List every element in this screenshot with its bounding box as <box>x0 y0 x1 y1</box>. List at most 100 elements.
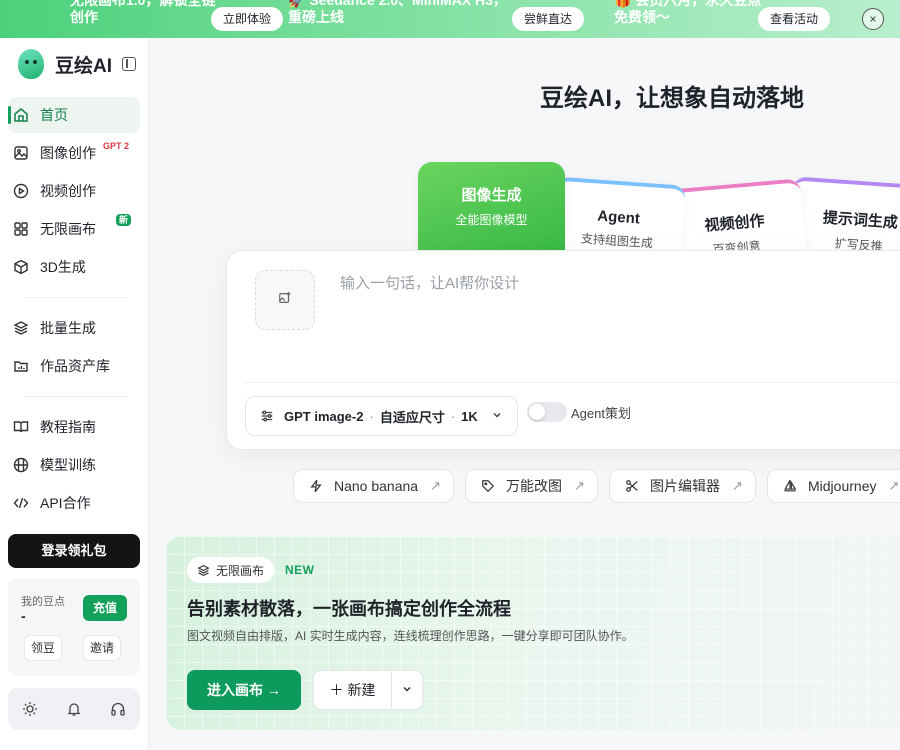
new-badge: 新 <box>116 214 132 226</box>
toggle-switch[interactable] <box>527 402 567 422</box>
gpt2-badge: GPT 2 <box>103 141 130 151</box>
nav-item-training[interactable]: 模型训练 <box>8 447 140 483</box>
headset-icon[interactable] <box>109 700 127 718</box>
chevron-down-icon <box>401 682 413 698</box>
nav-item-canvas[interactable]: 无限画布 新 <box>8 211 140 247</box>
bolt-icon <box>308 478 324 494</box>
model-name: GPT image-2 <box>284 408 364 424</box>
chevron-down-icon <box>491 409 503 424</box>
nav-label: 首页 <box>40 107 68 123</box>
nav-item-assets[interactable]: 作品资产库 <box>8 348 140 384</box>
toggle-label: Agent策划 <box>571 405 631 421</box>
nav-item-image[interactable]: 图像创作 GPT 2 <box>8 135 140 171</box>
tag-icon <box>480 478 496 494</box>
beans-panel: 我的豆点 - 充值 领豆 邀请 <box>8 578 140 676</box>
nav-label: 模型训练 <box>40 457 96 473</box>
new-canvas-button[interactable]: ＋ 新建 <box>314 680 391 700</box>
nav-item-video[interactable]: 视频创作 <box>8 173 140 209</box>
bell-icon[interactable] <box>65 700 83 718</box>
arrow-up-right-icon: ↗ <box>732 478 743 493</box>
nav-label: 教程指南 <box>40 419 96 435</box>
mode-title: 提示词生成 <box>822 209 899 232</box>
banner-text-1: 无限画布1.0，解锁全链创作 <box>70 0 216 25</box>
promo-banner: 无限画布1.0，解锁全链创作 立即体验 🚀 Seedance 2.0、MiniM… <box>0 0 900 38</box>
enter-canvas-button[interactable]: 进入画布 → <box>187 670 301 710</box>
nav-item-3d[interactable]: 3D生成 <box>8 249 140 285</box>
sidebar: 豆绘AI 首页 图像创作 GPT 2 视频创作 无限画布 新 3D生成 批量生成… <box>0 38 149 750</box>
nav-label: 批量生成 <box>40 320 96 336</box>
nav-label: 无限画布 <box>40 221 96 237</box>
nav-divider <box>24 396 128 397</box>
grid-icon <box>12 220 30 238</box>
new-dropdown-button[interactable] <box>392 682 422 698</box>
chip-image-editor[interactable]: 图片编辑器 ↗ <box>609 469 756 503</box>
layers-icon <box>197 564 210 577</box>
charge-button[interactable]: 充值 <box>83 595 127 621</box>
login-gift-button[interactable]: 登录领礼包 <box>8 534 140 568</box>
prompt-input[interactable] <box>340 275 860 292</box>
nav-item-batch[interactable]: 批量生成 <box>8 310 140 346</box>
model-selector[interactable]: GPT image-2 · 自适应尺寸 · 1K <box>245 396 518 436</box>
beans-value: - <box>21 608 26 624</box>
new-label: NEW <box>285 563 315 577</box>
nav-item-tutorial[interactable]: 教程指南 <box>8 409 140 445</box>
new-canvas-split-button: ＋ 新建 <box>313 670 423 710</box>
upload-image-button[interactable] <box>255 270 315 330</box>
chip-label: Midjourney <box>808 478 877 494</box>
claim-beans-button[interactable]: 领豆 <box>24 635 62 661</box>
folder-icon <box>12 357 30 375</box>
invite-button[interactable]: 邀请 <box>83 635 121 661</box>
tag-label: 无限画布 <box>216 563 265 578</box>
banner-cta-preview[interactable]: 尝鲜直达 <box>512 7 585 31</box>
image-icon <box>12 144 30 162</box>
collapse-sidebar-icon[interactable] <box>122 57 136 71</box>
app-logo[interactable]: 豆绘AI <box>18 49 112 79</box>
chip-label: Nano banana <box>334 478 419 494</box>
chip-midjourney[interactable]: Midjourney ↗ <box>767 469 900 503</box>
chip-smart-edit[interactable]: 万能改图 ↗ <box>465 469 598 503</box>
canvas-tag: 无限画布 <box>187 557 275 583</box>
nav-item-home[interactable]: 首页 <box>8 97 140 133</box>
banner-text-3: 🎁 会员六月，永久豆点免费领～ <box>614 0 762 25</box>
banner-cta-try[interactable]: 立即体验 <box>211 7 284 31</box>
nav-label: 视频创作 <box>40 183 96 199</box>
model-icon <box>12 456 30 474</box>
mode-title: Agent <box>596 207 641 228</box>
code-icon <box>12 494 30 512</box>
prompt-composer: GPT image-2 · 自适应尺寸 · 1K Agent策划 <box>226 250 900 450</box>
chip-nano-banana[interactable]: Nano banana ↗ <box>293 469 454 503</box>
beans-label: 我的豆点 <box>21 596 65 608</box>
tab-image-generation[interactable]: 图像生成 全能图像模型 <box>418 162 565 262</box>
promo-title: 告别素材散落，一张画布搞定创作全流程 <box>187 599 511 619</box>
size-value: 自适应尺寸 <box>379 409 445 425</box>
new-label: 新建 <box>347 682 376 698</box>
app-name: 豆绘AI <box>55 55 113 77</box>
page-title: 豆绘AI，让想象自动落地 <box>540 85 804 112</box>
canvas-promo-card: 无限画布 NEW 告别素材散落，一张画布搞定创作全流程 图文视频自由排版，AI … <box>166 536 900 730</box>
plus-icon: ＋ <box>329 682 348 698</box>
arrow-up-right-icon: ↗ <box>430 478 441 493</box>
banner-cta-event[interactable]: 查看活动 <box>758 7 831 31</box>
resolution-value: 1K <box>461 408 478 424</box>
sliders-icon <box>260 409 274 423</box>
nav-label: 作品资产库 <box>40 358 110 374</box>
sun-icon[interactable] <box>21 700 39 718</box>
cube-icon <box>12 258 30 276</box>
banner-text-2: 🚀 Seedance 2.0、MiniMAX H3，重磅上线 <box>288 0 507 25</box>
mode-title: 图像生成 <box>461 187 522 204</box>
nav-divider <box>24 297 128 298</box>
promo-description: 图文视频自由排版，AI 实时生成内容，连线梳理创作思路，一键分享即可团队协作。 <box>187 629 634 643</box>
nav-label: API合作 <box>40 495 91 511</box>
chip-label: 图片编辑器 <box>650 478 720 494</box>
chip-label: 万能改图 <box>506 478 562 494</box>
arrow-up-right-icon: ↗ <box>574 478 585 493</box>
agent-plan-toggle[interactable]: Agent策划 <box>527 402 631 422</box>
banner-close-button[interactable]: × <box>862 8 884 30</box>
utility-bar <box>8 688 140 730</box>
home-icon <box>12 106 30 124</box>
composer-divider <box>243 382 900 383</box>
separator-dot: · <box>450 408 456 424</box>
scissors-icon <box>624 478 640 494</box>
nav-item-api[interactable]: API合作 <box>8 485 140 521</box>
mode-subtitle: 全能图像模型 <box>455 213 528 227</box>
